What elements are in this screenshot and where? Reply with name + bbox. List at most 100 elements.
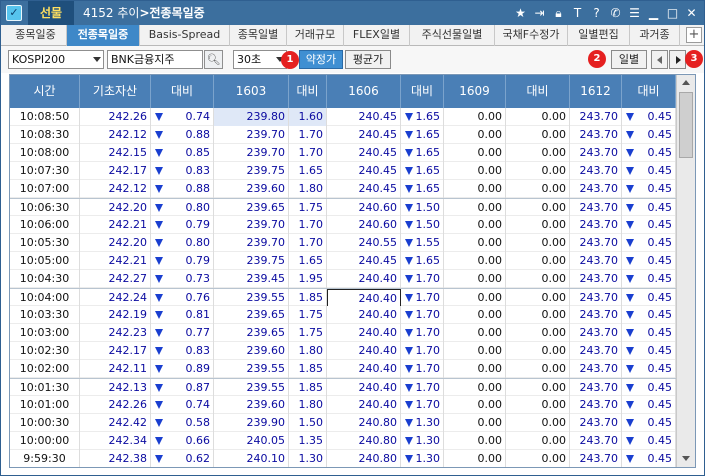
table-row[interactable]: 10:04:30 242.27 0.73 239.45 1.95 240.40 1.70 0.… [10, 270, 676, 288]
tab-stock-daily[interactable]: 종목일별 [230, 25, 287, 46]
cell-text: 242.23 [108, 326, 148, 339]
daily-button[interactable]: 일별 [611, 50, 647, 69]
data-grid[interactable]: 시간 기초자산 대비 1603 대비 1606 대비 1609 대비 1612 대비 10:08:5… [9, 74, 696, 468]
tab-stock-intraday[interactable]: 종목일중 [5, 25, 67, 46]
table-row[interactable]: 10:08:30 242.12 0.88 239.70 1.70 240.45 1.65 0.… [10, 126, 676, 144]
column-header[interactable]: 기초자산 [80, 75, 151, 108]
cell-text: 1.50 [415, 201, 441, 214]
table-row[interactable]: 10:02:00 242.11 0.89 239.55 1.85 240.40 1.70 0.… [10, 360, 676, 378]
phone-icon[interactable]: ✆ [607, 4, 624, 22]
search-icon: 🔍︎ [206, 53, 221, 66]
tab-daily-edit[interactable]: 일별편집 [568, 25, 630, 46]
add-tab-button[interactable]: + [686, 27, 702, 43]
column-header[interactable]: 대비 [289, 75, 327, 108]
value-cell: 1.95 [289, 270, 327, 288]
value-cell: 1.50 [289, 414, 327, 432]
cell-text: 0.45 [647, 326, 673, 339]
maximize-icon[interactable]: □ [664, 4, 681, 22]
time-cell: 10:00:00 [10, 432, 80, 450]
cell-text: 1.30 [298, 452, 324, 465]
table-row[interactable]: 10:01:30 242.13 0.87 239.55 1.85 240.40 1.70 0.… [10, 378, 676, 397]
value-cell: 0.45 [622, 234, 676, 252]
column-header[interactable]: 1603 [214, 75, 289, 108]
market-select[interactable]: KOSPI200 [8, 50, 104, 69]
down-arrow-icon [155, 294, 163, 302]
tab-flex-daily[interactable]: FLEX일별 [344, 25, 410, 46]
scroll-down-button[interactable] [678, 452, 694, 466]
value-cell: 0.00 [444, 180, 506, 198]
column-header[interactable]: 1606 [327, 75, 401, 108]
scroll-thumb[interactable] [679, 92, 693, 158]
lock-icon[interactable]: 🔒︎ [550, 4, 567, 22]
table-row[interactable]: 10:06:30 242.20 0.80 239.65 1.75 240.60 1.50 0.… [10, 198, 676, 217]
table-row[interactable]: 10:06:00 242.21 0.79 239.70 1.70 240.60 1.50 0.… [10, 216, 676, 234]
value-cell: 240.40 [327, 360, 401, 378]
table-row[interactable]: 10:00:00 242.34 0.66 240.05 1.35 240.80 1.30 0.… [10, 432, 676, 450]
tab-basis-spread[interactable]: Basis-Spread [140, 25, 230, 46]
cell-text: 10:03:30 [19, 308, 70, 321]
table-row[interactable]: 10:04:00 242.24 0.76 239.55 1.85 240.40 1.70 0.… [10, 288, 676, 307]
cell-text: 0.79 [185, 218, 211, 231]
table-row[interactable]: 10:00:30 242.42 0.58 239.90 1.50 240.80 1.30 0.… [10, 414, 676, 432]
cell-text: 0.45 [647, 452, 673, 465]
column-header[interactable]: 대비 [151, 75, 214, 108]
table-row[interactable]: 10:07:00 242.12 0.88 239.60 1.80 240.45 1.65 0.… [10, 180, 676, 198]
cell-text: 1.70 [415, 291, 441, 304]
cell-text: 243.70 [579, 452, 619, 465]
app-logo-icon: ✓ [6, 5, 22, 21]
tab-bond-futures-adj[interactable]: 국채F수정가 [495, 25, 568, 46]
close-icon[interactable]: ✕ [683, 4, 700, 22]
sector-input[interactable]: BNK금융지주 [107, 50, 203, 69]
search-button[interactable]: 🔍︎ [204, 50, 223, 69]
cell-text: 239.55 [246, 362, 286, 375]
table-row[interactable]: 10:05:30 242.20 0.80 239.70 1.70 240.55 1.55 0.… [10, 234, 676, 252]
tab-stock-futures-daily[interactable]: 주식선물일별 [410, 25, 495, 46]
vertical-scrollbar[interactable] [676, 75, 695, 467]
average-price-button[interactable]: 평균가 [345, 50, 391, 69]
text-icon[interactable]: T [569, 4, 586, 22]
table-row[interactable]: 10:01:00 242.26 0.74 239.60 1.80 240.40 1.70 0.… [10, 396, 676, 414]
column-header[interactable]: 대비 [506, 75, 570, 108]
star-icon[interactable]: ★ [512, 4, 529, 22]
list-icon[interactable]: ☰ [626, 4, 643, 22]
table-row[interactable]: 10:07:30 242.17 0.83 239.75 1.65 240.45 1.65 0.… [10, 162, 676, 180]
tab-trade-volume[interactable]: 거래규모 [287, 25, 344, 46]
cell-text: 0.00 [477, 110, 503, 123]
value-cell: 239.70 [214, 126, 289, 144]
column-header[interactable]: 1612 [570, 75, 622, 108]
export-icon[interactable]: ⇥ [531, 4, 548, 22]
down-arrow-icon [405, 384, 413, 392]
next-button[interactable] [669, 50, 686, 69]
value-cell: 242.17 [80, 342, 151, 360]
table-row[interactable]: 10:03:30 242.19 0.81 239.65 1.75 240.40 1.70 0.… [10, 306, 676, 324]
cell-text: 239.75 [246, 164, 286, 177]
tab-past-stocks[interactable]: 과거종 [630, 25, 680, 46]
column-header[interactable]: 대비 [401, 75, 444, 108]
column-header[interactable]: 시간 [10, 75, 80, 108]
time-cell: 10:07:30 [10, 162, 80, 180]
column-header[interactable]: 대비 [622, 75, 676, 108]
cell-text: 0.00 [477, 381, 503, 394]
cell-text: 0.79 [185, 254, 211, 267]
table-row[interactable]: 10:08:50 242.26 0.74 239.80 1.60 240.45 1.65 0.… [10, 108, 676, 126]
table-row[interactable]: 10:03:00 242.23 0.77 239.65 1.75 240.40 1.70 0.… [10, 324, 676, 342]
value-cell: 0.45 [622, 396, 676, 414]
tab-all-stocks-intraday[interactable]: 전종목일중 [67, 25, 140, 46]
trade-price-button[interactable]: 약정가 [299, 50, 343, 69]
cell-text: 242.15 [108, 146, 148, 159]
column-header[interactable]: 1609 [444, 75, 506, 108]
table-row[interactable]: 10:08:00 242.15 0.85 239.70 1.70 240.45 1.65 0.… [10, 144, 676, 162]
value-cell: 240.40 [327, 324, 401, 342]
table-row[interactable]: 10:02:30 242.17 0.83 239.60 1.80 240.40 1.70 0.… [10, 342, 676, 360]
table-row[interactable]: 9:59:30 242.38 0.62 240.10 1.30 240.80 1.30 0.0… [10, 450, 676, 467]
cell-text: 0.88 [185, 128, 211, 141]
scroll-up-button[interactable] [678, 76, 694, 90]
value-cell: 239.45 [214, 270, 289, 288]
table-row[interactable]: 10:05:00 242.21 0.79 239.75 1.65 240.45 1.65 0.… [10, 252, 676, 270]
prev-button[interactable] [651, 50, 668, 69]
down-arrow-icon [626, 149, 634, 157]
minimize-icon[interactable]: ▁ [645, 4, 662, 22]
help-icon[interactable]: ? [588, 4, 605, 22]
value-cell: 242.38 [80, 450, 151, 467]
interval-select[interactable]: 30초 [233, 50, 287, 69]
